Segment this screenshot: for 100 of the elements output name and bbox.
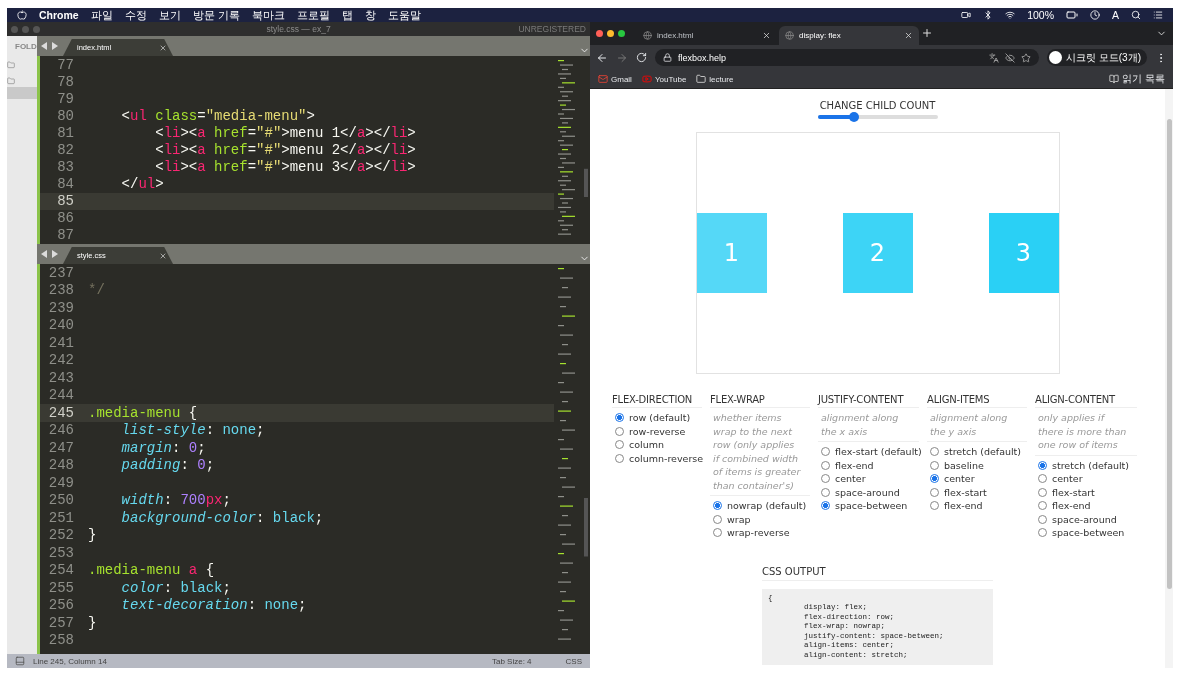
battery-icon[interactable] [1066,9,1078,21]
menu-item[interactable]: 북마크 [251,8,285,22]
radio-option[interactable]: row (default) [612,411,702,425]
menu-item[interactable]: 파일 [90,8,113,22]
radio-option[interactable]: flex-start [1035,485,1137,499]
panel-icon[interactable] [15,656,25,666]
radio-option[interactable]: column-reverse [612,451,702,465]
option-description: alignment along the y axis [927,408,1027,442]
profile-button[interactable]: 시크릿 모드(3개) [1047,49,1147,66]
radio-option[interactable]: center [927,472,1027,486]
child-count-slider[interactable] [817,115,938,119]
radio-option[interactable]: column [612,438,702,452]
input-source[interactable]: A [1112,8,1119,22]
radio-option[interactable]: nowrap (default) [710,499,810,513]
menu-item[interactable]: 보기 [158,8,181,22]
code-line: list-style: none; [120,422,265,439]
radio-option[interactable]: flex-end [818,458,919,472]
radio-option[interactable]: space-around [1035,512,1137,526]
line-number: 248 [47,457,75,474]
browser-tab[interactable]: display: flex [779,26,919,45]
line-number: 249 [47,474,75,491]
globe-icon [643,31,652,40]
radio-option[interactable]: center [1035,472,1137,486]
option-description: alignment along the x axis [818,408,919,442]
code-line: margin: 0; [120,439,206,456]
syntax-label[interactable]: CSS [565,656,582,666]
bluetooth-icon[interactable] [983,10,994,20]
maximize-window-control[interactable] [618,30,625,37]
close-window-control[interactable] [596,30,603,37]
radio-option[interactable]: flex-start [927,485,1027,499]
close-icon[interactable] [159,43,167,52]
radio-option[interactable]: baseline [927,458,1027,472]
translate-icon[interactable] [989,52,999,63]
menu-item[interactable]: 창 [364,8,376,22]
radio-option[interactable]: row-reverse [612,424,702,438]
close-icon[interactable] [904,31,913,40]
address-bar[interactable]: flexbox.help [655,49,1039,66]
radio-option[interactable]: wrap [710,512,810,526]
radio-option[interactable]: flex-end [927,499,1027,513]
list-icon[interactable] [1153,10,1163,20]
tab-navigation-icon[interactable] [41,42,59,50]
line-number: 255 [47,579,75,596]
browser-tab[interactable]: index.html [637,26,777,45]
back-icon[interactable] [596,51,608,64]
star-icon[interactable] [1021,52,1031,63]
line-number: 84 [56,176,75,193]
line-number: 242 [47,352,75,369]
menu-item[interactable]: 수정 [124,8,147,22]
option-description: whether items wrap to the next row (only applies if combined width of items is greater than container's) [710,408,810,496]
code-line: </ul> [120,176,164,193]
line-number: 240 [47,317,75,334]
radio-option[interactable]: space-between [1035,526,1137,540]
apple-icon[interactable] [17,10,27,20]
radio-option[interactable]: stretch (default) [1035,458,1137,472]
line-number: 87 [56,227,75,244]
close-icon[interactable] [762,31,771,40]
tab-size[interactable]: Tab Size: 4 [491,656,532,666]
license-label: UNREGISTERED [518,24,586,34]
radio-option[interactable]: flex-start (default) [818,445,919,459]
output-heading: CSS OUTPUT [762,565,993,581]
line-number: 245 [47,404,75,421]
radio-option[interactable]: center [818,472,919,486]
menu-item[interactable]: Chrome [39,8,79,22]
line-number: 254 [47,562,75,579]
line-number: 246 [47,422,75,439]
clock-icon[interactable] [1090,10,1100,20]
close-icon[interactable] [159,251,167,260]
camera-icon[interactable] [961,10,972,20]
bookmark[interactable]: YouTube [641,74,687,84]
slider-thumb[interactable] [848,112,859,122]
radio-option[interactable]: space-between [818,499,919,513]
line-number: 250 [47,492,75,509]
line-number: 251 [47,509,75,526]
line-number: 252 [47,527,75,544]
code-line: } [88,614,97,631]
menu-item[interactable]: 도움말 [387,8,421,22]
menu-item[interactable]: 프로필 [296,8,330,22]
line-number: 80 [56,107,75,124]
wifi-icon[interactable] [1005,10,1016,20]
code-line: <li><a href="#">menu 2</a></li> [154,142,416,158]
book-icon[interactable] [1109,74,1120,84]
line-number: 86 [56,210,75,227]
radio-option[interactable]: stretch (default) [927,445,1027,459]
reload-icon[interactable] [636,52,647,63]
reading-list-button[interactable]: 읽기 목록 [1109,72,1165,86]
search-icon[interactable] [1131,10,1141,20]
radio-option[interactable]: flex-end [1035,499,1137,513]
radio-option[interactable]: space-around [818,485,919,499]
line-number: 83 [56,159,75,176]
tab-navigation-icon[interactable] [41,250,59,258]
new-tab-icon[interactable] [921,26,933,39]
menu-item[interactable]: 탭 [341,8,353,22]
eye-off-icon[interactable] [1005,52,1015,63]
menu-item[interactable]: 방문 기록 [192,8,240,22]
minimize-window-control[interactable] [607,30,614,37]
bookmark[interactable]: lecture [696,74,734,84]
radio-option[interactable]: wrap-reverse [710,526,810,540]
cursor-position: Line 245, Column 14 [33,656,107,666]
code-line: */ [88,282,105,299]
bookmark[interactable]: Gmail [598,74,632,84]
